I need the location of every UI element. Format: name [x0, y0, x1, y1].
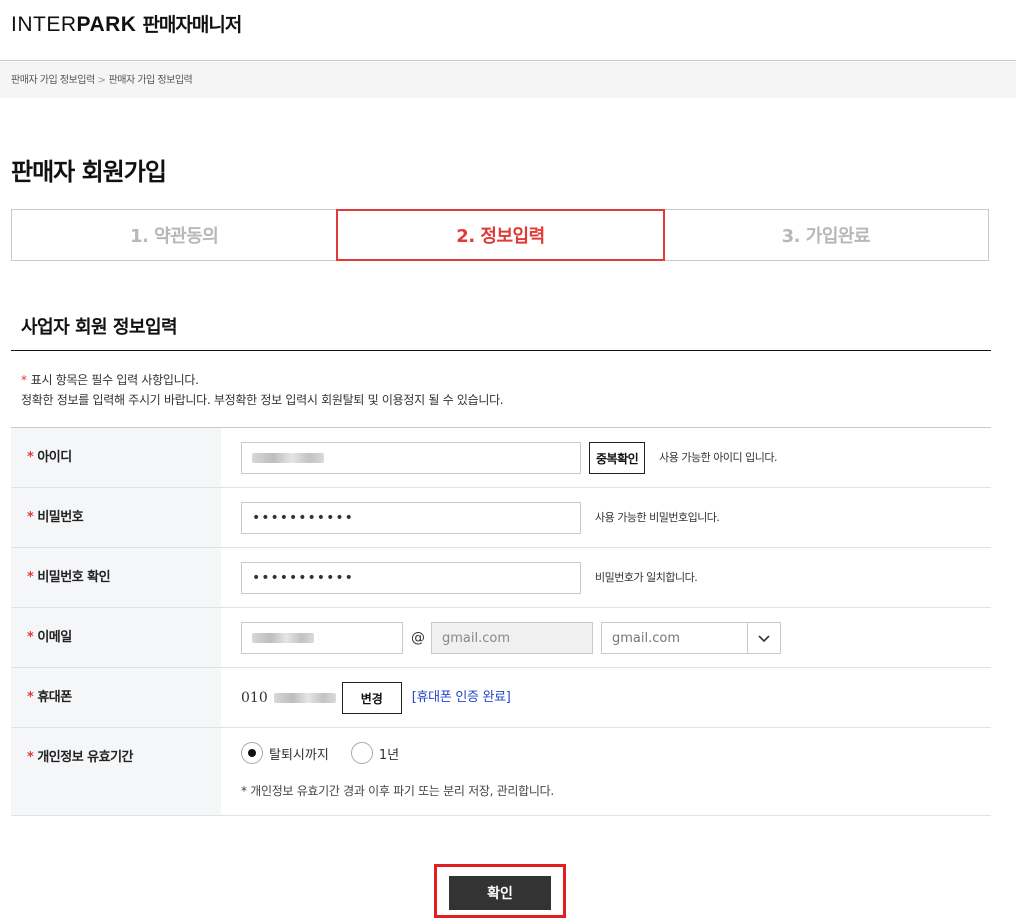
password-hint: 사용 가능한 비밀번호입니다.: [595, 511, 720, 524]
phone-prefix: 010: [241, 690, 268, 706]
signup-form: * 아이디 중복확인 사용 가능한 아이디 입니다. * 비밀번호 ••••••••…: [11, 427, 991, 816]
label-password: * 비밀번호: [11, 488, 221, 547]
step-complete: 3. 가입완료: [781, 226, 871, 247]
form-notice: * 표시 항목은 필수 입력 사항입니다. 정확한 정보를 입력해 주시기 바랍니…: [21, 370, 504, 410]
redacted-id: [252, 453, 324, 463]
label-id: * 아이디: [11, 428, 221, 487]
row-phone: * 휴대폰 010 변경 [휴대폰 인증 완료]: [11, 668, 991, 728]
redacted-phone: [273, 693, 336, 703]
interpark-logo[interactable]: INTERPARK 판매자매니저: [11, 10, 242, 37]
email-domain-select[interactable]: gmail.com: [601, 622, 781, 654]
phone-change-button[interactable]: 변경: [341, 682, 402, 714]
confirm-highlight: 확인: [434, 864, 566, 918]
id-input[interactable]: [241, 442, 581, 474]
breadcrumb: 판매자 가입 정보입력 > 판매자 가입 정보입력: [0, 62, 1016, 98]
radio-until-withdrawal[interactable]: 탈퇴시까지: [241, 742, 329, 764]
duplicate-check-button[interactable]: 중복확인: [589, 442, 646, 474]
email-local-input[interactable]: [241, 622, 403, 654]
radio-unchecked-icon: [350, 742, 373, 764]
phone-verified-status: [휴대폰 인증 완료]: [411, 690, 511, 705]
label-email: * 이메일: [11, 608, 221, 667]
step-info-input: 2. 정보입력: [336, 209, 665, 261]
header: INTERPARK 판매자매니저: [0, 0, 1016, 61]
label-password-confirm: * 비밀번호 확인: [11, 548, 221, 607]
step-terms: 1. 약관동의: [12, 210, 338, 260]
email-at-sign: @: [411, 630, 425, 646]
signup-steps: 1. 약관동의 2. 정보입력 3. 가입완료: [11, 209, 989, 261]
breadcrumb-current: 판매자 가입 정보입력: [108, 75, 193, 86]
id-hint: 사용 가능한 아이디 입니다.: [659, 451, 777, 464]
retention-note: * 개인정보 유효기간 경과 이후 파기 또는 분리 저장, 관리합니다.: [241, 784, 554, 798]
radio-checked-icon: [241, 742, 263, 764]
section-title: 사업자 회원 정보입력: [21, 317, 178, 338]
label-retention: * 개인정보 유효기간: [11, 728, 221, 815]
email-domain-input[interactable]: gmail.com: [431, 622, 593, 654]
email-domain-selected: gmail.com: [612, 630, 681, 646]
password-confirm-input[interactable]: •••••••••••: [241, 562, 581, 594]
radio-one-year[interactable]: 1년: [350, 742, 399, 764]
select-divider: [747, 623, 748, 653]
confirm-button[interactable]: 확인: [449, 876, 551, 910]
row-id: * 아이디 중복확인 사용 가능한 아이디 입니다.: [11, 428, 991, 488]
required-star: *: [21, 373, 27, 387]
redacted-email: [252, 633, 314, 643]
brand-name: INTERPARK: [11, 13, 137, 36]
password-input[interactable]: •••••••••••: [241, 502, 581, 534]
row-password-confirm: * 비밀번호 확인 ••••••••••• 비밀번호가 일치합니다.: [11, 548, 991, 608]
retention-radio-group: 탈퇴시까지 1년: [241, 742, 421, 764]
password-confirm-hint: 비밀번호가 일치합니다.: [595, 571, 698, 584]
chevron-down-icon: [758, 635, 770, 643]
page-title: 판매자 회원가입: [11, 158, 167, 186]
row-email: * 이메일 @ gmail.com gmail.com: [11, 608, 991, 668]
row-password: * 비밀번호 ••••••••••• 사용 가능한 비밀번호입니다.: [11, 488, 991, 548]
section-divider: [11, 350, 991, 351]
row-retention: * 개인정보 유효기간 탈퇴시까지 1년 * 개인정보 유효기간 경과 이후 파기…: [11, 728, 991, 816]
breadcrumb-separator: >: [97, 75, 106, 86]
service-name: 판매자매니저: [142, 14, 242, 36]
breadcrumb-item[interactable]: 판매자 가입 정보입력: [11, 75, 95, 86]
label-phone: * 휴대폰: [11, 668, 221, 727]
notice-line-2: 정확한 정보를 입력해 주시기 바랍니다. 부정확한 정보 입력시 회원탈퇴 및…: [21, 393, 504, 407]
notice-line-1: 표시 항목은 필수 입력 사항입니다.: [30, 373, 199, 387]
